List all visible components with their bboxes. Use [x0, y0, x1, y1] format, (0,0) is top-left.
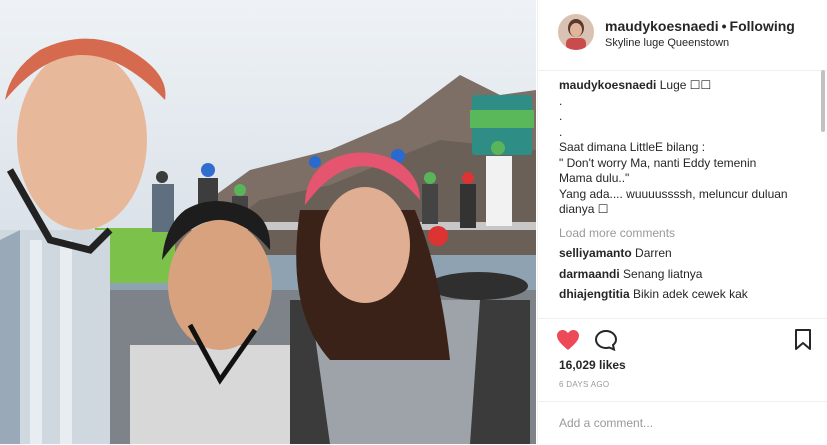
comment-text: Darren — [635, 246, 672, 260]
post-location[interactable]: Skyline luge Queenstown — [605, 37, 729, 49]
comments-list[interactable]: maudykoesnaedi Luge ☐☐ . . . Saat dimana… — [538, 78, 817, 318]
bookmark-icon[interactable] — [794, 329, 812, 356]
caption-line: Saat dimana LittleE bilang : — [559, 140, 706, 154]
heart-icon-glyph — [557, 330, 579, 350]
caption: maudykoesnaedi Luge ☐☐ . . . Saat dimana… — [538, 78, 817, 218]
caption-line: . — [559, 124, 563, 139]
caption-line: . — [559, 109, 563, 123]
caption-line: Luge ☐☐ — [659, 78, 712, 92]
avatar[interactable] — [558, 14, 594, 50]
post-photo[interactable] — [0, 0, 536, 444]
comment-item: dhiajengtitia Bikin adek cewek kak — [538, 287, 817, 303]
comments-scrollbar[interactable] — [821, 70, 825, 132]
caption-line: dianya ☐ — [559, 202, 609, 216]
likes-count[interactable]: 16,029 likes — [559, 358, 626, 372]
following-button[interactable]: Following — [730, 18, 795, 34]
comment-item: darmaandi Senang liatnya — [538, 267, 817, 283]
post-username[interactable]: maudykoesnaedi — [605, 18, 719, 34]
caption-line: Yang ada.... wuuuussssh, meluncur duluan — [559, 186, 788, 201]
load-more-comments[interactable]: Load more comments — [538, 226, 817, 242]
add-comment-bar: Add a comment... — [538, 401, 827, 445]
header-separator: • — [721, 18, 727, 34]
action-bar — [538, 318, 827, 359]
post-header: maudykoesnaedi • Following Skyline luge Qu… — [538, 0, 827, 71]
avatar-image — [558, 14, 594, 50]
comment-username[interactable]: darmaandi — [559, 267, 620, 281]
add-comment-input[interactable]: Add a comment... — [559, 416, 653, 430]
caption-line: . — [559, 93, 563, 108]
comment-text: Bikin adek cewek kak — [633, 287, 748, 301]
comment-item: selliyamanto Darren — [538, 246, 817, 262]
selfie-photo — [0, 0, 536, 444]
post-date[interactable]: 6 DAYS AGO — [559, 380, 609, 389]
comment-icon[interactable] — [594, 329, 618, 356]
comment-text: Senang liatnya — [623, 266, 703, 281]
heart-icon[interactable] — [556, 329, 580, 356]
post-side-panel: maudykoesnaedi • Following Skyline luge Qu… — [537, 0, 827, 444]
caption-line: Mama dulu.." — [559, 171, 630, 185]
caption-line: " Don't worry Ma, nanti Eddy temenin — [559, 155, 757, 170]
bookmark-icon-glyph — [795, 329, 811, 350]
caption-username[interactable]: maudykoesnaedi — [559, 78, 656, 92]
comment-username[interactable]: dhiajengtitia — [559, 287, 630, 301]
comment-username[interactable]: selliyamanto — [559, 246, 632, 260]
comment-icon-glyph — [594, 329, 618, 352]
